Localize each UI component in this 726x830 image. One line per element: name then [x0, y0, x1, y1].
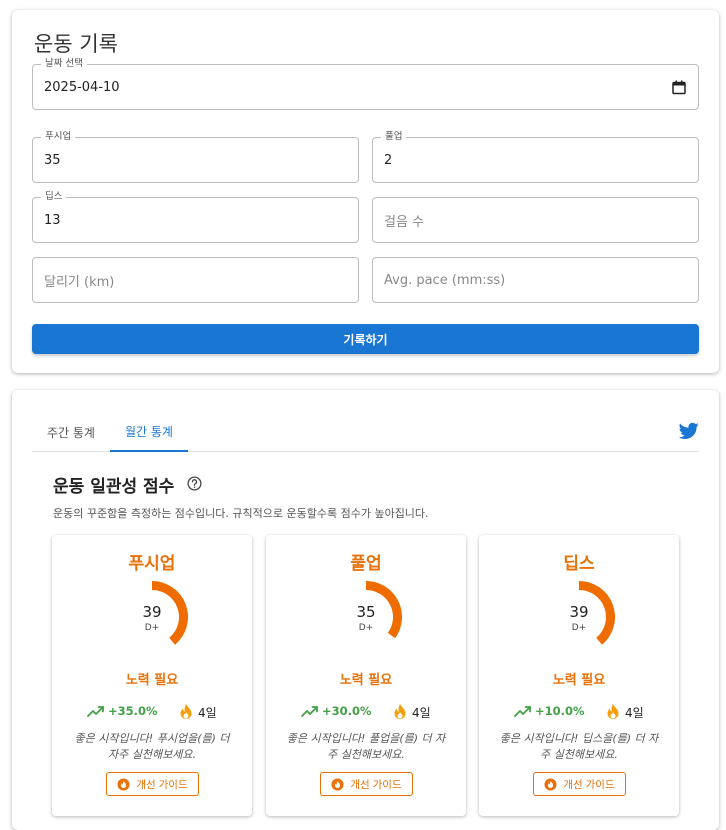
twitter-icon[interactable] — [679, 422, 699, 440]
pace-field[interactable]: Avg. pace (mm:ss) — [372, 257, 699, 303]
improvement-guide-label: 개선 가이드 — [350, 778, 402, 791]
exercise-score-card: 딥스 39 D+ 노력 필요 +10.0% 4일 좋은 시작입니다! 딥스을(를… — [479, 535, 679, 816]
flame-icon — [180, 703, 192, 719]
stats-card: 주간 통계 월간 통계 운동 일관성 점수 운동의 꾸준함을 측정하는 점수입니… — [12, 390, 719, 830]
trend-value: +35.0% — [108, 704, 158, 718]
flame-icon — [331, 777, 344, 791]
streak-days: 4일 — [412, 706, 431, 720]
pushups-value[interactable]: 35 — [44, 138, 61, 182]
trend-value: +30.0% — [322, 704, 372, 718]
flame-icon — [394, 703, 406, 719]
help-circle-icon[interactable] — [186, 475, 203, 492]
exercise-score-card: 풀업 35 D+ 노력 필요 +30.0% 4일 좋은 시작입니다! 풀업을(를… — [266, 535, 466, 816]
consistency-score-heading: 운동 일관성 점수 — [53, 477, 175, 497]
encouragement-message: 좋은 시작입니다! 풀업을(를) 더 자주 실천해보세요. — [286, 732, 446, 761]
score-grade: D+ — [144, 623, 160, 633]
form-title: 운동 기록 — [34, 32, 118, 56]
status-label: 노력 필요 — [552, 673, 606, 688]
pushups-field[interactable]: 푸시업 35 — [32, 131, 359, 183]
trend-value: +10.0% — [535, 704, 585, 718]
status-label: 노력 필요 — [339, 673, 393, 688]
streak-days: 4일 — [625, 706, 644, 720]
steps-field[interactable]: 걸음 수 — [372, 197, 699, 243]
pullups-field[interactable]: 풀업 2 — [372, 131, 699, 183]
exercise-name: 풀업 — [350, 554, 382, 574]
trending-up-icon — [87, 706, 104, 717]
improvement-guide-button[interactable]: 개선 가이드 — [533, 772, 626, 796]
improvement-guide-button[interactable]: 개선 가이드 — [320, 772, 413, 796]
stats-tabs: 주간 통계 월간 통계 — [32, 412, 699, 452]
exercise-name: 딥스 — [563, 554, 595, 574]
consistency-score-description: 운동의 꾸준함을 측정하는 점수입니다. 규칙적으로 운동할수록 점수가 높아집… — [53, 507, 429, 520]
encouragement-message: 좋은 시작입니다! 푸시업을(를) 더 자주 실천해보세요. — [74, 732, 230, 761]
score-value: 39 — [569, 603, 589, 621]
improvement-guide-button[interactable]: 개선 가이드 — [106, 772, 199, 796]
pullups-value[interactable]: 2 — [384, 138, 392, 182]
tab-weekly-stats[interactable]: 주간 통계 — [32, 412, 110, 452]
date-field[interactable]: 날짜 선택 2025-04-10 — [32, 58, 699, 110]
improvement-guide-label: 개선 가이드 — [136, 778, 188, 791]
improvement-guide-label: 개선 가이드 — [563, 778, 615, 791]
exercise-meta: +35.0% 4일 — [52, 702, 252, 722]
date-value[interactable]: 2025-04-10 — [44, 65, 120, 109]
submit-button[interactable]: 기록하기 — [32, 324, 699, 354]
workout-form-card: 운동 기록 날짜 선택 2025-04-10 푸시업 35 풀업 2 딥스 13… — [12, 10, 719, 373]
dips-value[interactable]: 13 — [44, 198, 61, 242]
score-value: 39 — [142, 603, 162, 621]
score-grade: D+ — [358, 623, 374, 633]
streak-days: 4일 — [198, 706, 217, 720]
encouragement-message: 좋은 시작입니다! 딥스을(를) 더 자주 실천해보세요. — [499, 732, 659, 761]
running-field[interactable]: 달리기 (km) — [32, 257, 359, 303]
exercise-name: 푸시업 — [128, 554, 176, 574]
trending-up-icon — [301, 706, 318, 717]
trending-up-icon — [514, 706, 531, 717]
calendar-icon[interactable] — [672, 80, 686, 95]
score-grade: D+ — [571, 623, 587, 633]
pace-placeholder[interactable]: Avg. pace (mm:ss) — [384, 258, 505, 302]
tab-monthly-stats[interactable]: 월간 통계 — [110, 412, 188, 452]
exercise-score-card: 푸시업 39 D+ 노력 필요 +35.0% 4일 좋은 시작입니다! 푸시업을… — [52, 535, 252, 816]
exercise-meta: +30.0% 4일 — [266, 702, 466, 722]
score-value: 35 — [356, 603, 376, 621]
status-label: 노력 필요 — [125, 673, 179, 688]
flame-icon — [607, 703, 619, 719]
running-placeholder[interactable]: 달리기 (km) — [44, 258, 114, 302]
steps-placeholder[interactable]: 걸음 수 — [384, 198, 424, 242]
flame-icon — [117, 777, 130, 791]
flame-icon — [544, 777, 557, 791]
dips-field[interactable]: 딥스 13 — [32, 191, 359, 243]
exercise-meta: +10.0% 4일 — [479, 702, 679, 722]
